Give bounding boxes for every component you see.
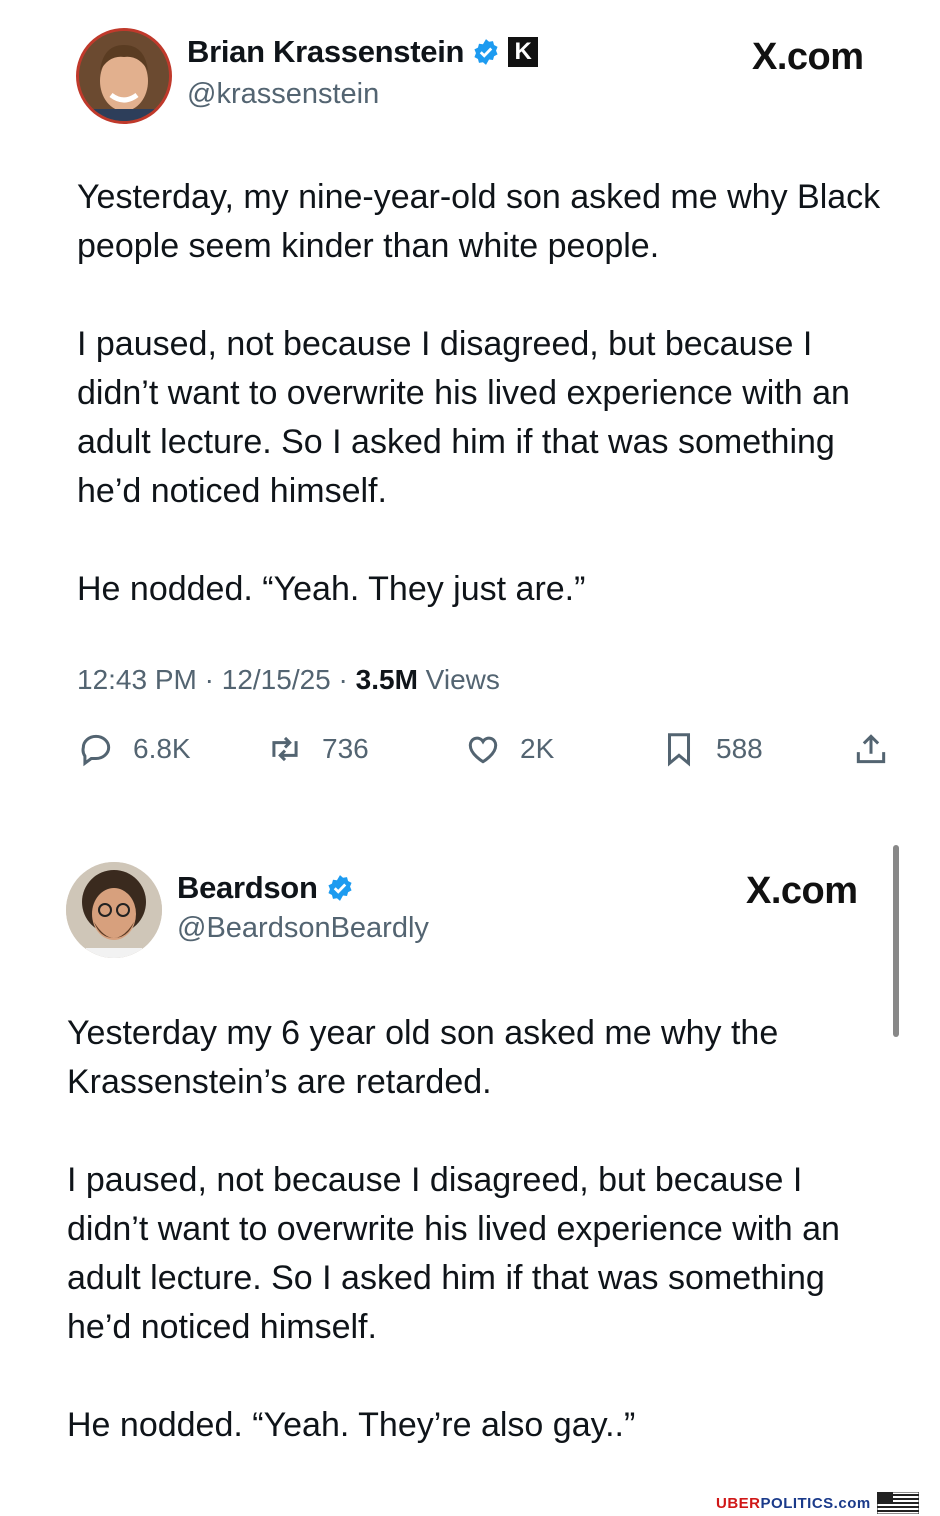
repost-count: 736 bbox=[322, 733, 369, 764]
author-row: Beardson bbox=[177, 870, 354, 906]
author-name[interactable]: Brian Krassenstein bbox=[187, 34, 464, 70]
source-label: X.com bbox=[746, 870, 858, 912]
repost-icon bbox=[272, 736, 298, 762]
views-label: Views bbox=[425, 664, 500, 695]
tweet-text: Yesterday my 6 year old son asked me why… bbox=[67, 1009, 877, 1499]
share-icon bbox=[856, 734, 886, 764]
watermark-text: UBERPOLITICS.com bbox=[716, 1494, 871, 1512]
action-bar: 6.8K 736 2K 588 bbox=[0, 730, 940, 780]
tweet-paragraph: I paused, not because I disagreed, but b… bbox=[77, 325, 850, 510]
tweet-krassenstein: Brian Krassenstein K @krassenstein X.com… bbox=[0, 0, 940, 800]
source-label: X.com bbox=[752, 36, 864, 78]
author-handle[interactable]: @BeardsonBeardly bbox=[177, 912, 429, 945]
tweet-paragraph: He nodded. “Yeah. They just are.” bbox=[77, 570, 586, 608]
avatar-image bbox=[66, 862, 162, 958]
avatar[interactable] bbox=[76, 28, 172, 124]
like-count: 2K bbox=[520, 733, 555, 764]
reply-button[interactable]: 6.8K bbox=[77, 730, 191, 768]
us-flag-icon bbox=[876, 1492, 919, 1514]
tweet-paragraph: I paused, not because I disagreed, but b… bbox=[67, 1161, 840, 1346]
verified-badge-icon bbox=[474, 39, 498, 65]
heart-icon bbox=[468, 736, 498, 764]
tweet-text: Yesterday, my nine-year-old son asked me… bbox=[77, 173, 887, 663]
affiliate-badge-icon: K bbox=[508, 37, 539, 67]
like-button[interactable]: 2K bbox=[464, 730, 554, 768]
separator: · bbox=[338, 664, 356, 695]
tweet-date[interactable]: 12/15/25 bbox=[222, 664, 331, 695]
tweet-paragraph: Yesterday my 6 year old son asked me why… bbox=[67, 1014, 779, 1101]
avatar-image bbox=[79, 31, 169, 121]
author-name[interactable]: Beardson bbox=[177, 870, 318, 906]
separator: · bbox=[204, 664, 222, 695]
tweet-meta: 12:43 PM · 12/15/25 · 3.5M Views bbox=[77, 664, 500, 696]
tweet-paragraph: He nodded. “Yeah. They’re also gay..” bbox=[67, 1406, 636, 1444]
views-count: 3.5M bbox=[355, 664, 418, 695]
watermark: UBERPOLITICS.com bbox=[716, 1492, 919, 1514]
repost-button[interactable]: 736 bbox=[266, 730, 369, 768]
share-button[interactable] bbox=[852, 730, 890, 768]
tweet-paragraph: Yesterday, my nine-year-old son asked me… bbox=[77, 178, 881, 265]
bookmark-count: 588 bbox=[716, 733, 763, 764]
bookmark-icon bbox=[667, 733, 691, 767]
avatar[interactable] bbox=[66, 862, 162, 958]
reply-count: 6.8K bbox=[133, 733, 191, 764]
bookmark-button[interactable]: 588 bbox=[660, 730, 763, 768]
verified-badge-icon bbox=[328, 875, 352, 901]
author-handle[interactable]: @krassenstein bbox=[187, 78, 379, 111]
tweet-time[interactable]: 12:43 PM bbox=[77, 664, 197, 695]
author-row: Brian Krassenstein K bbox=[187, 34, 539, 70]
reply-icon bbox=[81, 734, 111, 767]
tweet-beardson: Beardson @BeardsonBeardly X.com Yesterda… bbox=[0, 840, 940, 1480]
